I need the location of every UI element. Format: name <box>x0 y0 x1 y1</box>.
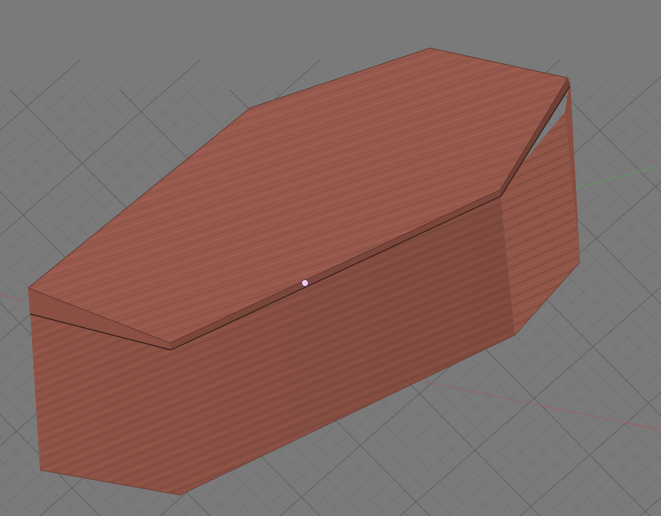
3d-viewport[interactable] <box>0 0 661 516</box>
viewport-canvas[interactable] <box>0 0 661 516</box>
object-origin-point[interactable] <box>301 279 309 287</box>
